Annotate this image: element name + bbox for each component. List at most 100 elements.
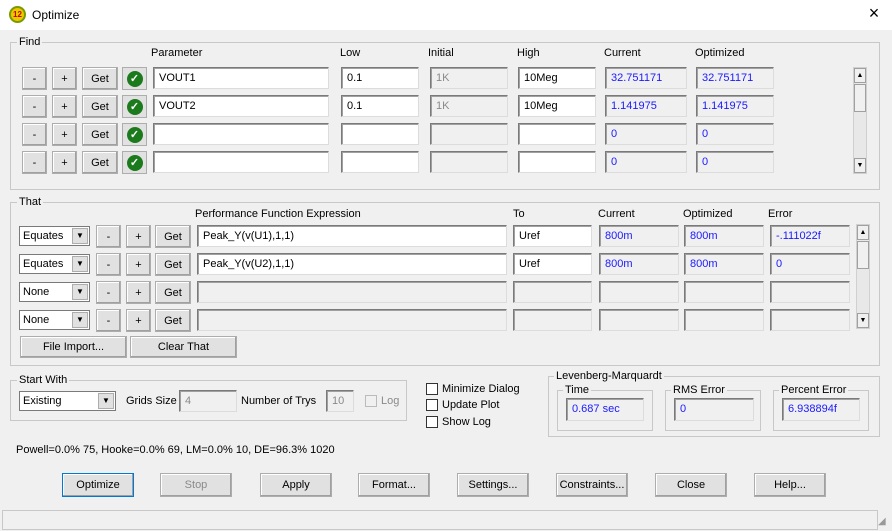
high-input[interactable] xyxy=(518,151,596,173)
start-with-value: Existing xyxy=(23,395,62,407)
that-remove-button[interactable]: - xyxy=(96,253,121,276)
find-get-button[interactable]: Get xyxy=(82,123,118,146)
chevron-down-icon: ▼ xyxy=(72,312,88,328)
current-value: 0 xyxy=(605,151,687,173)
to-input[interactable] xyxy=(513,281,592,303)
error-value: 0 xyxy=(770,253,850,275)
settings-button[interactable]: Settings... xyxy=(457,473,529,497)
format-button[interactable]: Format... xyxy=(358,473,430,497)
parameter-input[interactable] xyxy=(153,151,329,173)
low-input[interactable] xyxy=(341,123,419,145)
grids-size-input[interactable]: 4 xyxy=(179,390,237,412)
that-add-button[interactable]: + xyxy=(126,281,151,304)
close-window-button[interactable]: × xyxy=(862,3,886,24)
show-log-label: Show Log xyxy=(442,416,491,428)
parameter-input[interactable] xyxy=(153,123,329,145)
error-value xyxy=(770,309,850,331)
log-checkbox[interactable] xyxy=(365,395,377,407)
file-import-button[interactable]: File Import... xyxy=(20,336,127,358)
that-remove-button[interactable]: - xyxy=(96,281,121,304)
close-button[interactable]: Close xyxy=(655,473,727,497)
scroll-up-icon[interactable]: ▲ xyxy=(857,225,869,240)
that-get-button[interactable]: Get xyxy=(155,225,191,248)
to-input[interactable]: Uref xyxy=(513,225,592,247)
enable-toggle[interactable]: ✓ xyxy=(122,123,147,146)
resize-grip-icon[interactable]: ◢ xyxy=(878,516,886,527)
find-remove-button[interactable]: - xyxy=(22,151,47,174)
low-input[interactable] xyxy=(341,151,419,173)
current-value: 0 xyxy=(605,123,687,145)
that-get-button[interactable]: Get xyxy=(155,281,191,304)
find-get-button[interactable]: Get xyxy=(82,67,118,90)
status-bar xyxy=(2,510,878,530)
expression-input[interactable] xyxy=(197,281,507,303)
low-input[interactable]: 0.1 xyxy=(341,67,419,89)
mode-select[interactable]: None ▼ xyxy=(19,282,90,302)
find-add-button[interactable]: + xyxy=(52,123,77,146)
find-get-button[interactable]: Get xyxy=(82,95,118,118)
find-scrollbar[interactable]: ▲ ▼ xyxy=(853,67,867,174)
optimize-button[interactable]: Optimize xyxy=(62,473,134,497)
optimized-value xyxy=(684,281,764,303)
mode-select[interactable]: Equates ▼ xyxy=(19,226,90,246)
title-bar xyxy=(0,0,892,30)
apply-button[interactable]: Apply xyxy=(260,473,332,497)
mode-select[interactable]: None ▼ xyxy=(19,310,90,330)
high-input[interactable] xyxy=(518,123,596,145)
mode-select[interactable]: Equates ▼ xyxy=(19,254,90,274)
current-value: 1.141975 xyxy=(605,95,687,117)
stop-button[interactable]: Stop xyxy=(160,473,232,497)
chevron-down-icon: ▼ xyxy=(98,393,114,409)
enable-toggle[interactable]: ✓ xyxy=(122,95,147,118)
enable-toggle[interactable]: ✓ xyxy=(122,151,147,174)
optimized-value: 800m xyxy=(684,225,764,247)
header-high: High xyxy=(517,47,540,59)
start-with-select[interactable]: Existing ▼ xyxy=(19,391,116,411)
help-button[interactable]: Help... xyxy=(754,473,826,497)
find-add-button[interactable]: + xyxy=(52,95,77,118)
minimize-dialog-checkbox[interactable] xyxy=(426,383,438,395)
that-get-button[interactable]: Get xyxy=(155,253,191,276)
that-add-button[interactable]: + xyxy=(126,253,151,276)
scroll-up-icon[interactable]: ▲ xyxy=(854,68,866,83)
parameter-input[interactable]: VOUT1 xyxy=(153,67,329,89)
scroll-thumb[interactable] xyxy=(857,241,869,269)
header-optimized: Optimized xyxy=(695,47,745,59)
find-remove-button[interactable]: - xyxy=(22,95,47,118)
that-scrollbar[interactable]: ▲ ▼ xyxy=(856,224,870,329)
that-add-button[interactable]: + xyxy=(126,309,151,332)
high-input[interactable]: 10Meg xyxy=(518,67,596,89)
rms-value: 0 xyxy=(674,398,754,421)
chevron-down-icon: ▼ xyxy=(72,228,88,244)
header-expression: Performance Function Expression xyxy=(195,208,361,220)
that-get-button[interactable]: Get xyxy=(155,309,191,332)
find-remove-button[interactable]: - xyxy=(22,67,47,90)
clear-that-button[interactable]: Clear That xyxy=(130,336,237,358)
parameter-input[interactable]: VOUT2 xyxy=(153,95,329,117)
number-of-trys-input[interactable]: 10 xyxy=(326,390,354,412)
high-input[interactable]: 10Meg xyxy=(518,95,596,117)
find-remove-button[interactable]: - xyxy=(22,123,47,146)
to-input[interactable] xyxy=(513,309,592,331)
that-remove-button[interactable]: - xyxy=(96,225,121,248)
that-add-button[interactable]: + xyxy=(126,225,151,248)
expression-input[interactable] xyxy=(197,309,507,331)
scroll-thumb[interactable] xyxy=(854,84,866,112)
expression-input[interactable]: Peak_Y(v(U1),1,1) xyxy=(197,225,507,247)
enable-toggle[interactable]: ✓ xyxy=(122,67,147,90)
scroll-down-icon[interactable]: ▼ xyxy=(854,158,866,173)
scroll-down-icon[interactable]: ▼ xyxy=(857,313,869,328)
initial-input xyxy=(430,151,508,173)
find-add-button[interactable]: + xyxy=(52,67,77,90)
show-log-checkbox[interactable] xyxy=(426,416,438,428)
find-label: Find xyxy=(17,36,43,48)
update-plot-checkbox[interactable] xyxy=(426,399,438,411)
to-input[interactable]: Uref xyxy=(513,253,592,275)
find-add-button[interactable]: + xyxy=(52,151,77,174)
that-remove-button[interactable]: - xyxy=(96,309,121,332)
find-get-button[interactable]: Get xyxy=(82,151,118,174)
constraints-button[interactable]: Constraints... xyxy=(556,473,628,497)
expression-input[interactable]: Peak_Y(v(U2),1,1) xyxy=(197,253,507,275)
low-input[interactable]: 0.1 xyxy=(341,95,419,117)
optimized-value xyxy=(684,309,764,331)
